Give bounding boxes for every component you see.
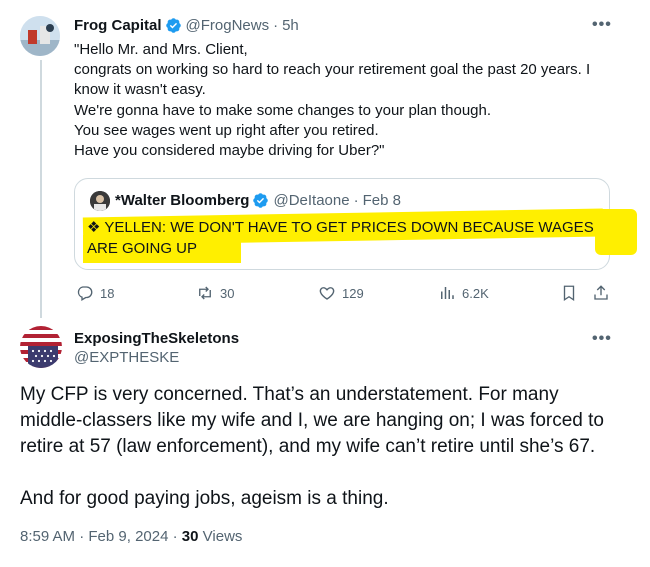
tweet-action-bar: 18 30 129 6.2K: [76, 284, 616, 306]
repost-button[interactable]: 30: [196, 284, 234, 302]
analytics-icon: [441, 287, 454, 299]
quoted-tweet-text: ❖ YELLEN: WE DON'T HAVE TO GET PRICES DO…: [87, 219, 594, 257]
meta-separator: ·: [172, 528, 178, 545]
reply-button[interactable]: 18: [76, 284, 114, 302]
views-count: 30: [181, 528, 199, 545]
quoted-tweet-header: *Walter Bloomberg @DeItaone · Feb 8: [115, 192, 401, 209]
more-options-icon[interactable]: •••: [592, 16, 612, 34]
header-separator: ·: [273, 17, 279, 34]
quoted-author-handle: @DeItaone: [273, 192, 350, 209]
reply-tweet-text: My CFP is very concerned. That’s an unde…: [20, 382, 620, 512]
quoted-author-name: *Walter Bloomberg: [115, 192, 250, 209]
exposing-the-skeletons-avatar[interactable]: [20, 326, 62, 368]
tweet-time[interactable]: 5h: [282, 17, 299, 34]
more-options-icon[interactable]: •••: [592, 330, 612, 348]
thread-connector-line: [40, 60, 42, 318]
repost-icon: [199, 286, 211, 300]
share-icon: [594, 285, 608, 300]
main-tweet-header: Frog Capital @FrogNews · 5h: [74, 17, 299, 34]
reply-count: 18: [100, 285, 115, 301]
verified-badge-icon: [253, 193, 269, 208]
tweet-metadata: 8:59 AM · Feb 9, 2024 · 30 Views: [20, 528, 242, 545]
post-time[interactable]: 8:59 AM: [20, 528, 75, 545]
repost-count: 30: [220, 285, 235, 301]
post-date[interactable]: Feb 9, 2024: [88, 528, 168, 545]
verified-badge-icon: [165, 18, 181, 33]
quoted-tweet-card[interactable]: *Walter Bloomberg @DeItaone · Feb 8 ❖ YE…: [74, 178, 637, 270]
author-name[interactable]: Frog Capital: [74, 17, 162, 34]
bookmark-icon: [563, 285, 575, 302]
quoted-tweet-date: Feb 8: [362, 192, 401, 209]
frog-capital-avatar[interactable]: [20, 16, 60, 56]
view-count: 6.2K: [462, 285, 489, 301]
like-count: 129: [342, 285, 364, 301]
reply-author-handle[interactable]: @EXPTHESKE: [74, 349, 179, 366]
share-button[interactable]: [592, 284, 610, 302]
walter-bloomberg-avatar: [90, 191, 110, 211]
heart-icon: [319, 287, 335, 300]
author-handle[interactable]: @FrogNews: [186, 17, 270, 34]
reply-paragraph: And for good paying jobs, ageism is a th…: [20, 488, 389, 509]
quoted-header-separator: ·: [353, 192, 359, 209]
meta-separator: ·: [79, 528, 85, 545]
reply-author-name[interactable]: ExposingTheSkeletons: [74, 330, 239, 347]
reply-icon: [77, 286, 93, 301]
views-label: Views: [202, 528, 243, 545]
tweet-text: "Hello Mr. and Mrs. Client, congrats on …: [74, 41, 591, 160]
like-button[interactable]: 129: [318, 284, 364, 302]
bookmark-button[interactable]: [560, 284, 578, 302]
reply-paragraph: My CFP is very concerned. That’s an unde…: [20, 384, 604, 457]
views-button[interactable]: 6.2K: [438, 284, 489, 302]
